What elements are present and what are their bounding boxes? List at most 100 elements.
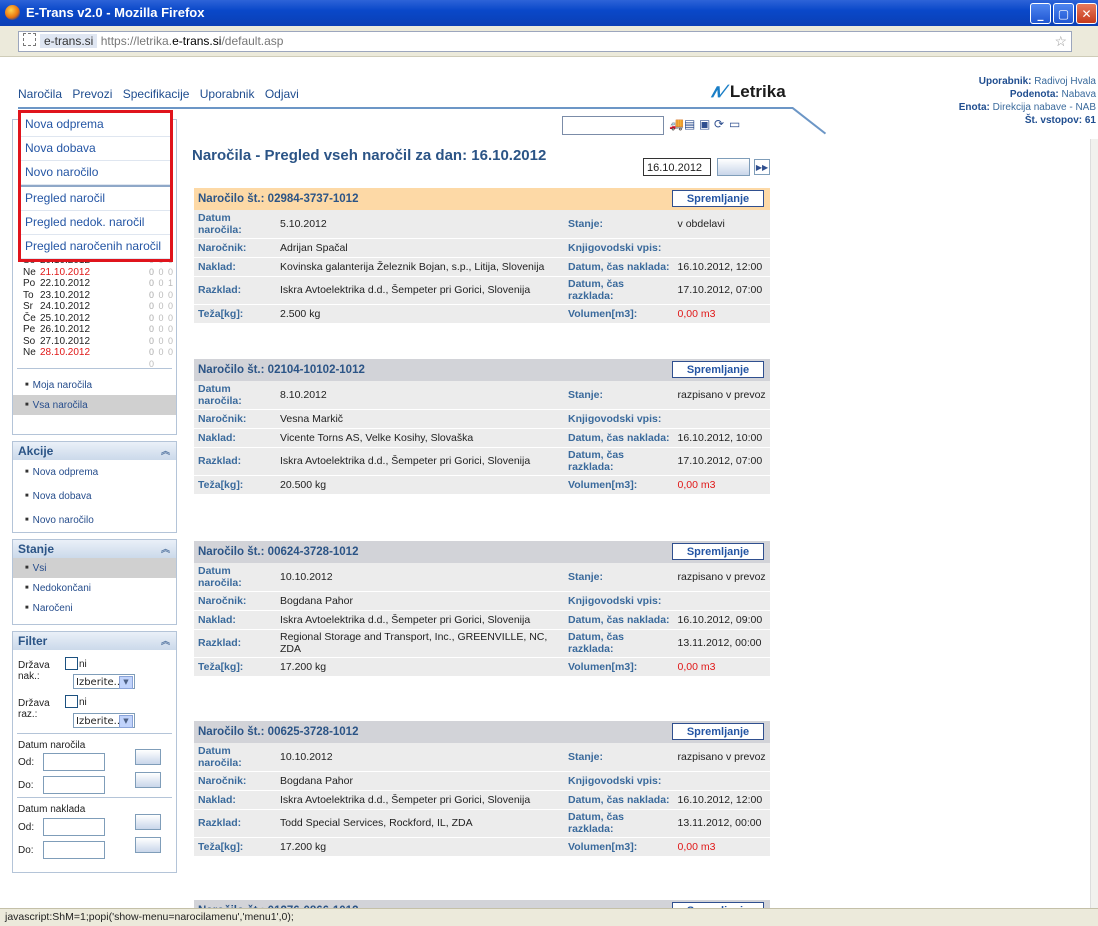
all-orders-link[interactable]: ■ Vsa naročila (13, 395, 176, 415)
logo-text: Letrika (729, 82, 786, 101)
load-dt-label: Datum, čas naklada: (564, 257, 674, 277)
unit-label: Enota: (958, 102, 990, 113)
calendar-day[interactable]: Pe 26.10.2012 0 0 0 0 (13, 324, 176, 346)
menu-pregled-narocil[interactable]: Pregled naročil (21, 185, 170, 211)
customer-label: Naročnik: (194, 238, 276, 258)
customer-label: Naročnik: (194, 771, 276, 791)
subunit-value: Nabava (1061, 89, 1096, 100)
order-load-dt: 16.10.2012, 12:00 (673, 257, 770, 277)
country-unload-label: Država raz.: (18, 698, 50, 720)
menu-nova-dobava[interactable]: Nova dobava (21, 137, 170, 161)
date-label: Datum naročila: (194, 743, 276, 772)
stanje-vsi[interactable]: ■ Vsi (13, 558, 176, 578)
document-icon[interactable]: ▣ (699, 117, 711, 131)
filter-panel: Filter ︽ Država nak.: ni Izberite... ▼ Drž… (12, 631, 177, 873)
order-customer: Bogdana Pahor (276, 591, 564, 611)
print-icon[interactable]: ▭ (729, 117, 741, 131)
akcije-nova-odprema[interactable]: ■ Nova odprema (13, 460, 176, 484)
address-bar: e-trans.si https://letrika.e-trans.si/de… (0, 26, 1098, 57)
collapse-icon[interactable]: ︽ (161, 540, 170, 558)
nav-prevozi[interactable]: Prevozi (72, 87, 112, 101)
filter-header[interactable]: Filter ︽ (13, 632, 176, 650)
load-date-from-input[interactable] (43, 818, 105, 836)
calendar-day[interactable]: Ne 28.10.2012 0 0 0 0 (13, 347, 176, 369)
stanje-naroceni[interactable]: ■ Naročeni (13, 598, 176, 618)
calendar-icon[interactable] (135, 837, 161, 853)
bookmark-star-icon[interactable]: ☆ (1054, 32, 1067, 51)
nav-uporabnik[interactable]: Uporabnik (200, 87, 255, 101)
calendar-days: So20.10.20120 0 0 0 Ne21.10.20120 0 0 0 … (13, 255, 176, 369)
nav-odjavi[interactable]: Odjavi (265, 87, 299, 101)
close-button[interactable]: ✕ (1076, 3, 1097, 24)
collapse-icon[interactable]: ︽ (161, 442, 170, 460)
unload-dt-label: Datum, čas razklada: (564, 276, 674, 305)
calendar-day[interactable]: Če 25.10.2012 0 0 0 0 (13, 313, 176, 335)
load-date-to-label: Do: (18, 845, 34, 856)
order-date-from-input[interactable] (43, 753, 105, 771)
site-badge[interactable]: e-trans.si (40, 34, 98, 48)
accounting-label: Knjigovodski vpis: (564, 591, 674, 611)
vertical-scrollbar[interactable] (1090, 139, 1098, 908)
nav-specifikacije[interactable]: Specifikacije (123, 87, 190, 101)
collapse-icon[interactable]: ︽ (161, 632, 170, 650)
spremljanje-button[interactable]: Spremljanje (672, 723, 764, 740)
order-weight: 2.500 kg (276, 304, 564, 324)
order-unload: Iskra Avtoelektrika d.d., Šempeter pri G… (276, 447, 564, 476)
stanje-nedokoncani[interactable]: ■ Nedokončani (13, 578, 176, 598)
calendar-day[interactable]: Ne 21.10.2012 0 0 0 0 (13, 267, 176, 289)
calendar-day[interactable]: To 23.10.2012 0 0 0 0 (13, 290, 176, 312)
menu-nova-odprema[interactable]: Nova odprema (21, 113, 170, 137)
calendar-icon[interactable] (135, 814, 161, 830)
refresh-icon[interactable]: ⟳ (714, 117, 726, 131)
country-unload-select[interactable]: Izberite... ▼ (73, 713, 135, 728)
calendar-day[interactable]: So 27.10.2012 0 0 0 0 (13, 336, 176, 358)
calendar-icon[interactable] (135, 749, 161, 765)
order-state: razpisano v prevoz (673, 743, 770, 772)
ni-label: ni (79, 659, 87, 670)
order-state: razpisano v prevoz (673, 381, 770, 410)
order-date-to-input[interactable] (43, 776, 105, 794)
letrika-logo: ∧∕ Letrika (709, 81, 786, 102)
site-identity-icon[interactable] (23, 33, 36, 46)
calendar-day[interactable]: Po 22.10.2012 0 0 1 0 (13, 278, 176, 300)
my-orders-link[interactable]: ■ Moja naročila (13, 375, 176, 395)
country-unload-ni-checkbox[interactable] (65, 695, 78, 708)
date-input[interactable]: 16.10.2012 (643, 158, 711, 176)
minimize-button[interactable]: _ (1030, 3, 1051, 24)
spremljanje-button[interactable]: Spremljanje (672, 190, 764, 207)
quick-search-input[interactable] (562, 116, 664, 135)
country-load-select[interactable]: Izberite... ▼ (73, 674, 135, 689)
order-number-label: Naročilo št.: (198, 193, 265, 205)
nav-narocila[interactable]: Naročila (18, 87, 62, 101)
menu-pregled-nedok-narocil[interactable]: Pregled nedok. naročil (21, 211, 170, 235)
calendar-icon[interactable] (717, 158, 750, 176)
load-date-from-label: Od: (18, 822, 35, 833)
date-label: Datum naročila: (194, 381, 276, 410)
stanje-header[interactable]: Stanje ︽ (13, 540, 176, 558)
order-volume: 0,00 m3 (673, 837, 770, 857)
stanje-panel: Stanje ︽ ■ Vsi ■ Nedokončani ■ Naročeni (12, 539, 177, 625)
spremljanje-button[interactable]: Spremljanje (672, 361, 764, 378)
list-icon[interactable]: ▤ (684, 117, 696, 131)
spremljanje-button[interactable]: Spremljanje (672, 543, 764, 560)
akcije-header[interactable]: Akcije ︽ (13, 442, 176, 460)
next-day-icon[interactable]: ▶▶ (754, 159, 770, 175)
akcije-novo-narocilo[interactable]: ■ Novo naročilo (13, 508, 176, 532)
customer-label: Naročnik: (194, 409, 276, 429)
calendar-day[interactable]: Sr 24.10.2012 0 0 0 0 (13, 301, 176, 323)
country-load-ni-checkbox[interactable] (65, 657, 78, 670)
logins-label: Št. vstopov: (1024, 115, 1083, 126)
url-field[interactable]: e-trans.si https://letrika.e-trans.si/de… (18, 31, 1072, 52)
akcije-nova-dobava[interactable]: ■ Nova dobava (13, 484, 176, 508)
truck-icon[interactable]: 🚚 (669, 117, 684, 131)
window-title: E-Trans v2.0 - Mozilla Firefox (26, 5, 205, 20)
menu-novo-narocilo[interactable]: Novo naročilo (21, 161, 170, 185)
order-header: Naročilo št.: 00624-3728-1012 Spremljanje (194, 541, 770, 563)
order-header: Naročilo št.: 01276-0866-1012Spremljanje (194, 900, 770, 908)
calendar-icon[interactable] (135, 772, 161, 788)
maximize-button[interactable]: ▢ (1053, 3, 1074, 24)
load-date-to-input[interactable] (43, 841, 105, 859)
order-details: Datum naročila: 8.10.2012 Stanje: razpisano… (194, 381, 770, 495)
menu-pregled-narocenih-narocil[interactable]: Pregled naročenih naročil (21, 235, 170, 259)
load-label: Naklad: (194, 428, 276, 448)
